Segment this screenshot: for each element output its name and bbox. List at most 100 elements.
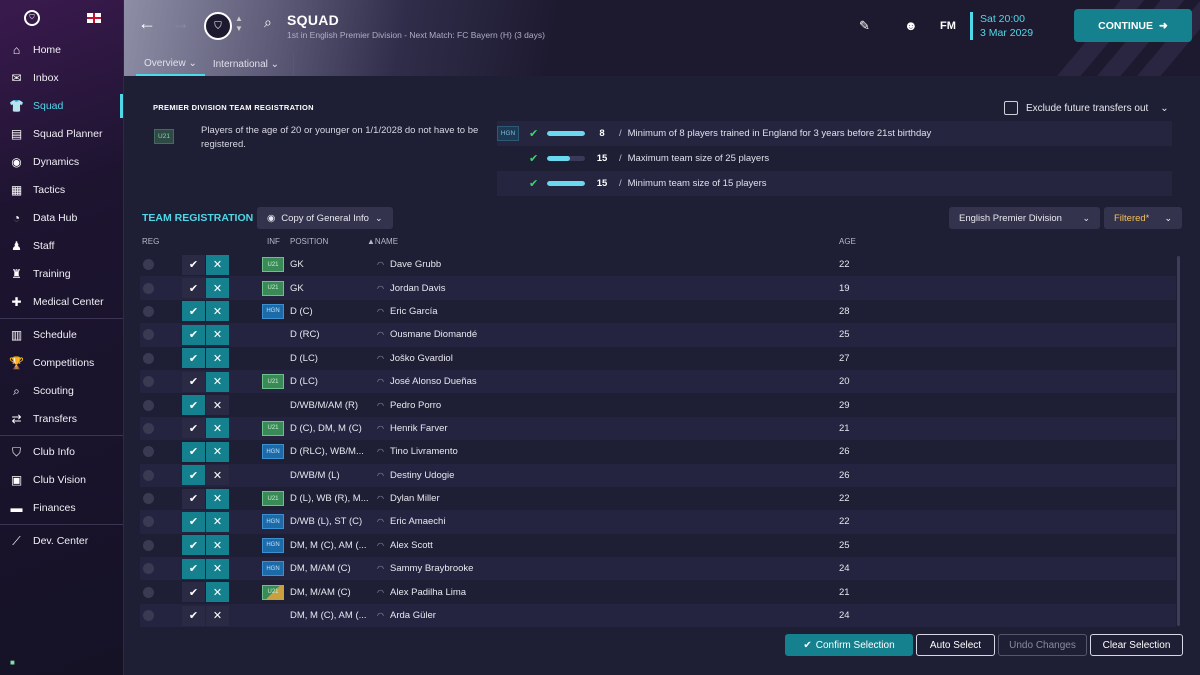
table-scrollbar[interactable]: [1177, 256, 1180, 626]
sidebar-item-squad-planner[interactable]: ▤ Squad Planner: [0, 120, 123, 148]
player-profile-icon[interactable]: ◠: [377, 377, 384, 386]
register-button[interactable]: ✔: [182, 278, 205, 299]
column-header-reg[interactable]: REG: [142, 237, 159, 246]
unregister-button[interactable]: ✕: [206, 582, 229, 603]
sidebar-item-squad[interactable]: 👕 Squad: [0, 92, 123, 120]
unregister-button[interactable]: ✕: [206, 324, 229, 345]
player-name[interactable]: Ousmane Diomandé: [390, 329, 477, 340]
sidebar-item-scouting[interactable]: ⌕ Scouting: [0, 377, 123, 405]
player-name[interactable]: Pedro Porro: [390, 400, 441, 411]
table-row[interactable]: ✔ ✕ DM, M (C), AM (... ◠ Arda Güler 24: [140, 603, 1176, 628]
date-display[interactable]: Sat 20:00 3 Mar 2029: [980, 12, 1033, 40]
sidebar-item-club-info[interactable]: ⛉ Club Info: [0, 438, 123, 466]
edit-pencil-icon[interactable]: ✎: [859, 18, 870, 34]
unregister-button[interactable]: ✕: [206, 535, 229, 556]
continue-button[interactable]: CONTINUE ➜: [1074, 9, 1192, 42]
table-row[interactable]: ✔ ✕ HGN D/WB (L), ST (C) ◠ Eric Amaechi 22: [140, 510, 1176, 534]
column-header-inf[interactable]: INF: [267, 237, 280, 246]
sidebar-item-transfers[interactable]: ⇄ Transfers: [0, 405, 123, 433]
sidebar-item-staff[interactable]: ♟ Staff: [0, 232, 123, 260]
unregister-button[interactable]: ✕: [206, 605, 229, 626]
exclude-transfers-checkbox[interactable]: [1004, 101, 1018, 115]
tab-overview[interactable]: Overview ⌄: [136, 52, 205, 76]
filter-dropdown[interactable]: Filtered* ⌄: [1104, 207, 1182, 229]
unregister-button[interactable]: ✕: [206, 441, 229, 462]
player-profile-icon[interactable]: ◠: [377, 260, 384, 269]
table-row[interactable]: ✔ ✕ D (RC) ◠ Ousmane Diomandé 25: [140, 323, 1176, 347]
forward-arrow-icon[interactable]: →: [172, 13, 190, 34]
player-profile-icon[interactable]: ◠: [377, 588, 384, 597]
table-row[interactable]: ✔ ✕ D (LC) ◠ Joško Gvardiol 27: [140, 347, 1176, 370]
unregister-button[interactable]: ✕: [206, 488, 229, 509]
player-profile-icon[interactable]: ◠: [377, 541, 384, 550]
unregister-button[interactable]: ✕: [206, 254, 229, 275]
register-button[interactable]: ✔: [182, 535, 205, 556]
back-arrow-icon[interactable]: ←: [138, 13, 156, 34]
player-name[interactable]: Arda Güler: [390, 610, 436, 621]
sidebar-item-dynamics[interactable]: ◉ Dynamics: [0, 148, 123, 176]
sidebar-item-finances[interactable]: ▬ Finances: [0, 494, 123, 522]
player-profile-icon[interactable]: ◠: [377, 517, 384, 526]
table-row[interactable]: ✔ ✕ U21 D (L), WB (R), M... ◠ Dylan Miller 22: [140, 487, 1176, 510]
player-name[interactable]: Dave Grubb: [390, 259, 441, 270]
register-button[interactable]: ✔: [182, 418, 205, 439]
player-profile-icon[interactable]: ◠: [377, 471, 384, 480]
division-dropdown[interactable]: English Premier Division ⌄: [949, 207, 1100, 229]
table-row[interactable]: ✔ ✕ HGN DM, M (C), AM (... ◠ Alex Scott 25: [140, 534, 1176, 557]
player-profile-icon[interactable]: ◠: [377, 307, 384, 316]
exclude-transfers-toggle[interactable]: Exclude future transfers out ⌄: [1004, 101, 1169, 115]
column-header-position[interactable]: POSITION: [290, 237, 328, 246]
player-name[interactable]: Joško Gvardiol: [390, 353, 453, 364]
sidebar-item-club-vision[interactable]: ▣ Club Vision: [0, 466, 123, 494]
sidebar-item-home[interactable]: ⌂ Home: [0, 36, 123, 64]
table-row[interactable]: ✔ ✕ U21 DM, M/AM (C) ◠ Alex Padilha Lima 21: [140, 580, 1176, 603]
player-profile-icon[interactable]: ◠: [377, 354, 384, 363]
player-profile-icon[interactable]: ◠: [377, 564, 384, 573]
tab-international[interactable]: International ⌄: [205, 52, 287, 76]
player-name[interactable]: Alex Padilha Lima: [390, 587, 466, 598]
player-name[interactable]: Sammy Braybrooke: [390, 563, 473, 574]
unregister-button[interactable]: ✕: [206, 348, 229, 369]
player-profile-icon[interactable]: ◠: [377, 447, 384, 456]
chevron-down-icon[interactable]: ⌄: [1160, 103, 1168, 114]
register-button[interactable]: ✔: [182, 324, 205, 345]
player-name[interactable]: Eric García: [390, 306, 438, 317]
register-button[interactable]: ✔: [182, 441, 205, 462]
undo-changes-button[interactable]: Undo Changes: [998, 634, 1087, 656]
auto-select-button[interactable]: Auto Select: [916, 634, 995, 656]
player-profile-icon[interactable]: ◠: [377, 284, 384, 293]
player-name[interactable]: Jordan Davis: [390, 283, 445, 294]
unregister-button[interactable]: ✕: [206, 558, 229, 579]
fm-logo[interactable]: FM: [940, 20, 956, 32]
confirm-selection-button[interactable]: ✔ Confirm Selection: [785, 634, 913, 656]
column-header-name[interactable]: ▲NAME: [367, 237, 398, 246]
register-button[interactable]: ✔: [182, 348, 205, 369]
register-button[interactable]: ✔: [182, 395, 205, 416]
sidebar-item-medical-center[interactable]: ✚ Medical Center: [0, 288, 123, 316]
manager-avatar-icon[interactable]: ☻: [904, 18, 918, 33]
player-name[interactable]: Dylan Miller: [390, 493, 440, 504]
register-button[interactable]: ✔: [182, 254, 205, 275]
player-name[interactable]: Tino Livramento: [390, 446, 458, 457]
register-button[interactable]: ✔: [182, 605, 205, 626]
view-selector-dropdown[interactable]: ◉ Copy of General Info ⌄: [257, 207, 393, 229]
register-button[interactable]: ✔: [182, 465, 205, 486]
sidebar-item-tactics[interactable]: ▦ Tactics: [0, 176, 123, 204]
table-row[interactable]: ✔ ✕ U21 GK ◠ Dave Grubb 22: [140, 253, 1176, 276]
unregister-button[interactable]: ✕: [206, 278, 229, 299]
sidebar-item-data-hub[interactable]: ◔ Data Hub: [0, 204, 123, 232]
player-profile-icon[interactable]: ◠: [377, 611, 384, 620]
player-profile-icon[interactable]: ◠: [377, 494, 384, 503]
unregister-button[interactable]: ✕: [206, 418, 229, 439]
club-crest-icon[interactable]: ⛉: [24, 10, 40, 26]
table-row[interactable]: ✔ ✕ HGN D (RLC), WB/M... ◠ Tino Livramento 26: [140, 440, 1176, 463]
clear-selection-button[interactable]: Clear Selection: [1090, 634, 1183, 656]
player-name[interactable]: Alex Scott: [390, 540, 433, 551]
sidebar-item-schedule[interactable]: ▥ Schedule: [0, 321, 123, 349]
club-crest-icon[interactable]: ⛉: [204, 12, 232, 40]
player-name[interactable]: José Alonso Dueñas: [390, 376, 477, 387]
unregister-button[interactable]: ✕: [206, 511, 229, 532]
player-profile-icon[interactable]: ◠: [377, 330, 384, 339]
player-name[interactable]: Henrik Farver: [390, 423, 448, 434]
table-row[interactable]: ✔ ✕ U21 GK ◠ Jordan Davis 19: [140, 276, 1176, 300]
